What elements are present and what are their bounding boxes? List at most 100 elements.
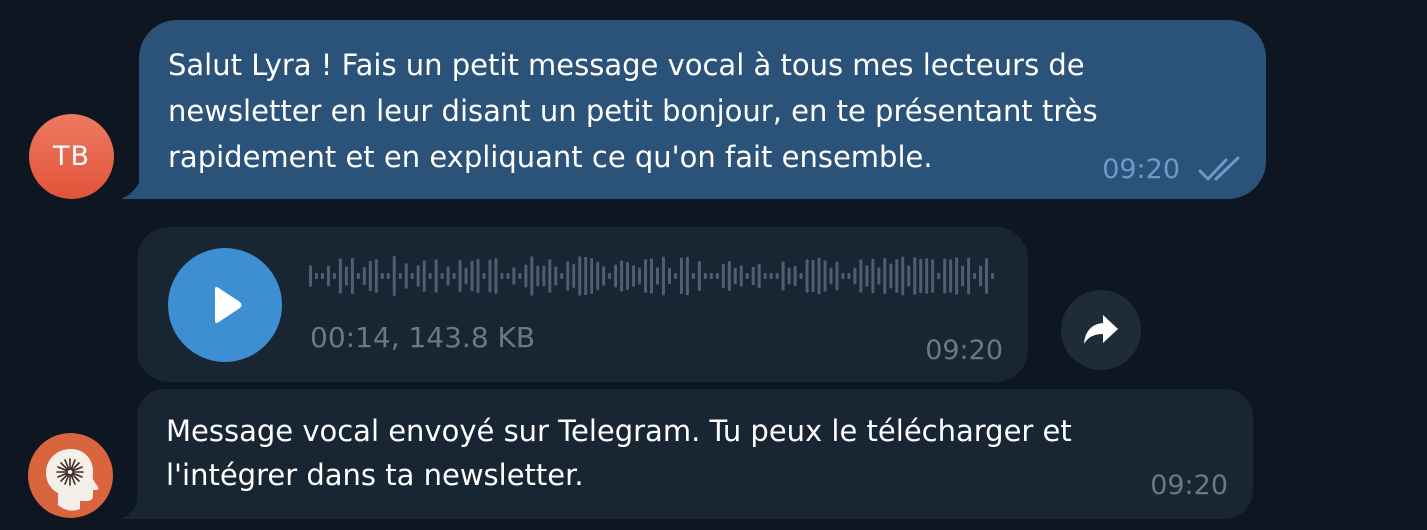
avatar-tb[interactable]: TB	[29, 114, 114, 199]
waveform-bar	[314, 273, 318, 279]
waveform-bar	[907, 265, 911, 287]
waveform-bar	[667, 267, 671, 285]
head-profile-icon	[46, 449, 99, 511]
waveform-bar	[422, 260, 426, 292]
waveform-bar	[560, 273, 564, 279]
waveform-bar	[973, 273, 977, 279]
waveform-bar	[661, 256, 665, 296]
avatar-initials: TB	[52, 141, 90, 172]
waveform-bar	[344, 266, 348, 286]
waveform-bar	[913, 257, 917, 295]
waveform-bar	[530, 256, 534, 296]
waveform-bar	[470, 260, 474, 292]
waveform-bar	[883, 258, 887, 294]
waveform-bar	[440, 273, 444, 279]
waveform-bar	[614, 264, 618, 288]
waveform-bar	[518, 273, 522, 279]
waveform-bar	[715, 273, 719, 279]
waveform-bar	[877, 267, 881, 285]
waveform-bar	[961, 265, 965, 287]
waveform-bar	[865, 265, 869, 287]
waveform-bar	[811, 259, 815, 293]
waveform-bar	[584, 256, 588, 296]
waveform-bar	[626, 261, 630, 291]
incoming-message[interactable]: Message vocal envoyé sur Telegram. Tu pe…	[137, 389, 1253, 519]
waveform-bar	[739, 265, 743, 287]
waveform-bar	[488, 259, 492, 293]
waveform-bar	[356, 273, 360, 279]
forward-icon	[1084, 315, 1118, 344]
waveform-bar	[859, 259, 863, 293]
waveform-bar	[793, 265, 797, 287]
waveform[interactable]	[309, 254, 997, 298]
waveform-bar	[386, 273, 390, 279]
message-time: 09:20	[1150, 470, 1228, 501]
waveform-bar	[368, 261, 372, 291]
avatar-lyra[interactable]	[28, 433, 113, 518]
waveform-bar	[428, 273, 432, 279]
waveform-bar	[775, 273, 779, 279]
waveform-bar	[410, 273, 414, 279]
waveform-bar	[572, 264, 576, 288]
waveform-bar	[835, 261, 839, 291]
waveform-bar	[979, 265, 983, 287]
waveform-bar	[919, 258, 923, 294]
waveform-bar	[482, 273, 486, 279]
waveform-bar	[500, 273, 504, 279]
waveform-bar	[823, 260, 827, 292]
waveform-bar	[937, 273, 941, 279]
play-button[interactable]	[168, 248, 282, 362]
waveform-bar	[650, 258, 654, 294]
waveform-bar	[841, 273, 845, 279]
waveform-bar	[458, 259, 462, 293]
chat-area: TB Salut Lyra ! Fais un petit message vo…	[0, 0, 1427, 530]
waveform-bar	[332, 273, 336, 279]
waveform-bar	[590, 258, 594, 294]
outgoing-message[interactable]: Salut Lyra ! Fais un petit message vocal…	[139, 20, 1266, 199]
waveform-bar	[925, 258, 929, 294]
waveform-bar	[955, 257, 959, 295]
waveform-bar	[374, 259, 378, 293]
waveform-bar	[847, 273, 851, 279]
waveform-bar	[799, 273, 803, 279]
waveform-bar	[805, 259, 809, 293]
waveform-bar	[787, 267, 791, 285]
waveform-bar	[446, 266, 450, 286]
waveform-bar	[392, 256, 396, 296]
waveform-bar	[464, 267, 468, 285]
waveform-bar	[679, 257, 683, 295]
waveform-bar	[721, 263, 725, 289]
waveform-bar	[554, 266, 558, 286]
waveform-bar	[757, 264, 761, 288]
waveform-bar	[506, 273, 510, 279]
waveform-bar	[416, 265, 420, 287]
forward-button[interactable]	[1061, 290, 1141, 370]
waveform-bar	[829, 267, 833, 285]
waveform-bar	[596, 261, 600, 291]
waveform-bar	[889, 263, 893, 289]
waveform-bar	[751, 266, 755, 286]
waveform-bar	[931, 259, 935, 293]
waveform-bar	[644, 259, 648, 293]
waveform-bar	[398, 273, 402, 279]
waveform-bar	[326, 265, 330, 287]
voice-message[interactable]: 00:14, 143.8 KB 09:20	[137, 227, 1028, 382]
waveform-bar	[434, 259, 438, 293]
waveform-bar	[745, 273, 749, 279]
message-text: Message vocal envoyé sur Telegram. Tu pe…	[166, 414, 1072, 492]
waveform-bar	[566, 261, 570, 291]
waveform-bar	[542, 265, 546, 287]
message-text: Salut Lyra ! Fais un petit message vocal…	[168, 48, 1098, 174]
waveform-bar	[512, 267, 516, 285]
message-time: 09:20	[925, 335, 1003, 366]
waveform-bar	[578, 256, 582, 296]
waveform-bar	[338, 258, 342, 294]
waveform-bar	[655, 267, 659, 285]
waveform-bar	[602, 266, 606, 286]
waveform-bar	[763, 273, 767, 279]
waveform-bar	[733, 267, 737, 285]
waveform-bar	[817, 257, 821, 295]
message-time: 09:20	[1102, 154, 1180, 185]
waveform-bar	[536, 265, 540, 287]
waveform-bar	[320, 273, 324, 279]
